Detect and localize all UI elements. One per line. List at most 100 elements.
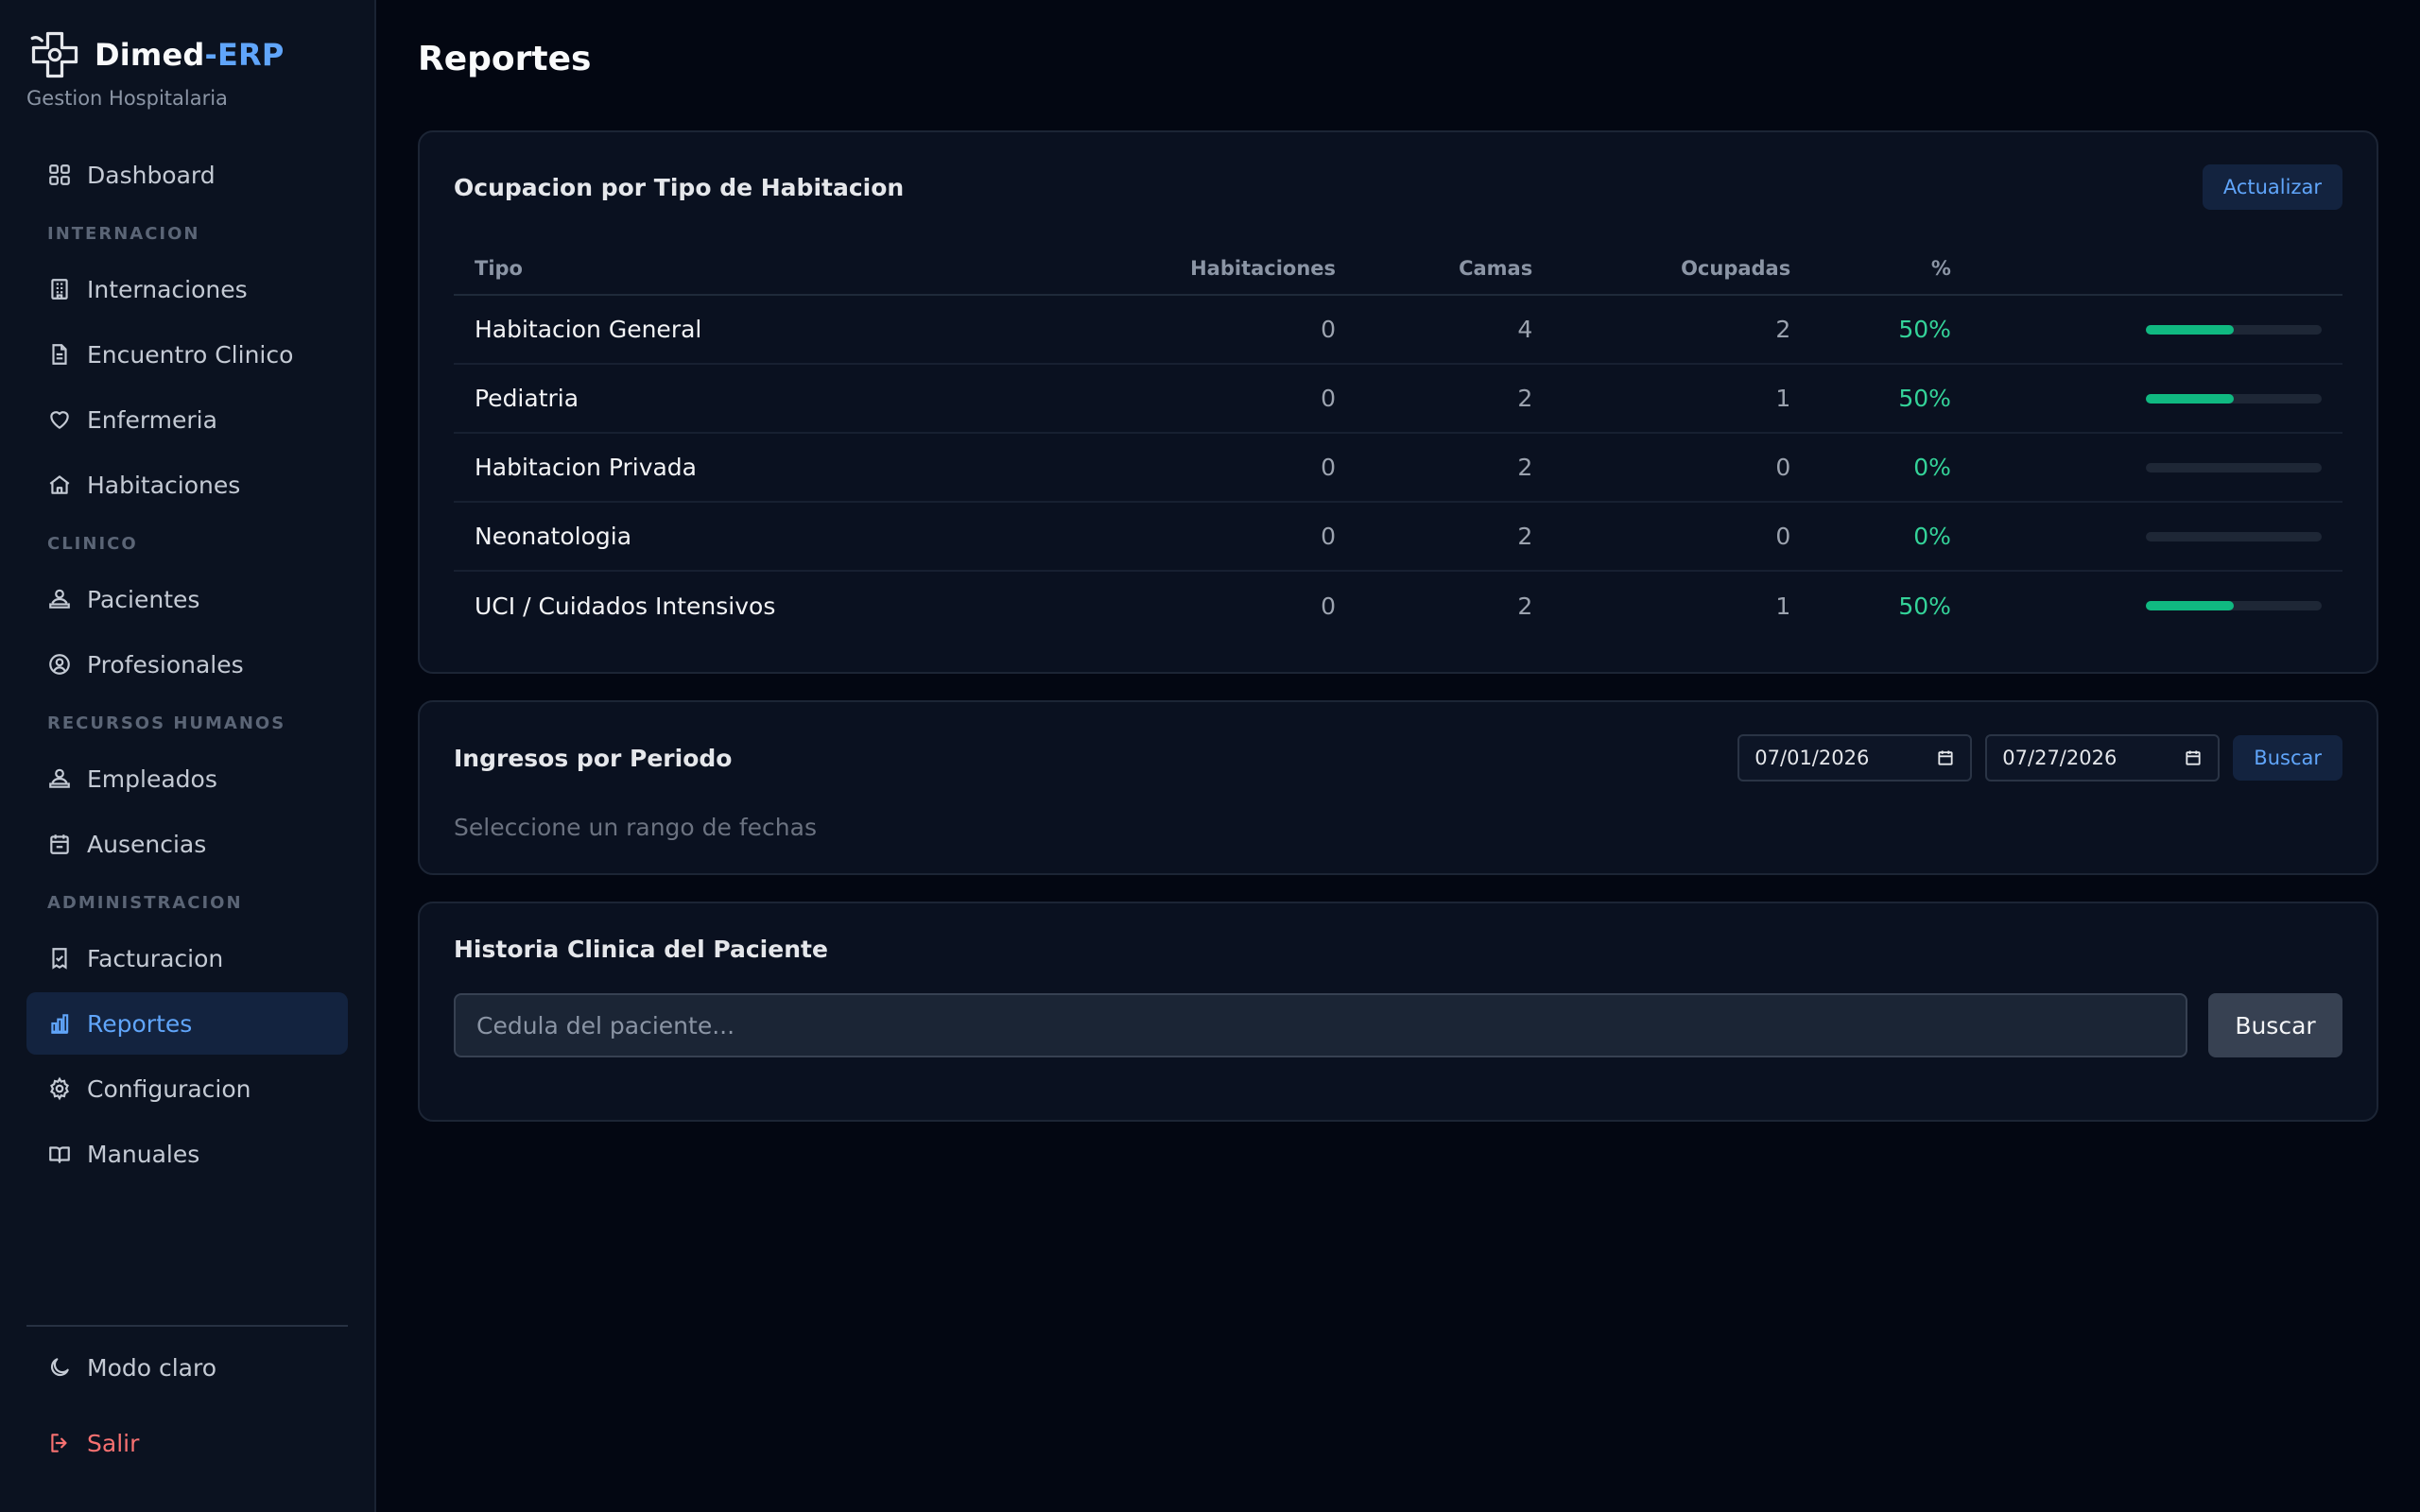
section-internacion: INTERNACION — [47, 223, 200, 244]
sidebar-item-label: Profesionales — [87, 650, 244, 679]
column-header-tipo: Tipo — [454, 242, 1038, 296]
cell-ocupadas: 1 — [1775, 592, 1791, 620]
cell-percent: 50% — [1811, 295, 1972, 365]
history-title: Historia Clinica del Paciente — [454, 936, 828, 963]
occupancy-bar-track — [2146, 531, 2322, 541]
history-card: Historia Clinica del Paciente Buscar — [418, 902, 2378, 1122]
cell-habitaciones: 0 — [1037, 364, 1357, 434]
cell-ocupadas: 1 — [1553, 364, 1812, 434]
sidebar-item-habitaciones[interactable]: Habitaciones — [26, 454, 348, 516]
sidebar-item-label: Enfermeria — [87, 405, 217, 434]
brand-subtitle: Gestion Hospitalaria — [26, 87, 228, 110]
section-clinico: CLINICO — [47, 533, 138, 554]
brand-name-main: Dimed — [95, 37, 205, 73]
brand-row: Dimed-ERP — [26, 26, 285, 83]
refresh-button[interactable]: Actualizar — [2202, 164, 2342, 210]
sidebar-item-reportes[interactable]: Reportes — [26, 992, 348, 1055]
date-from-value: 07/01/2026 — [1754, 747, 1870, 769]
sidebar-item-manuales[interactable]: Manuales — [26, 1123, 348, 1185]
cell-habitaciones: 0 — [1037, 433, 1357, 503]
brand: Dimed-ERP Gestion Hospitalaria — [26, 26, 285, 110]
sidebar-item-facturacion[interactable]: Facturacion — [26, 927, 348, 989]
sidebar-item-label: Empleados — [87, 765, 217, 793]
occupancy-bar-fill — [2146, 393, 2234, 404]
sidebar-item-pacientes[interactable]: Pacientes — [26, 568, 348, 630]
calendar-icon — [50, 834, 69, 854]
occupancy-table: Tipo Habitaciones Camas Ocupadas % Habit… — [454, 242, 2342, 640]
patient-id-input[interactable] — [454, 993, 2187, 1057]
cell-ocupadas: 0 — [1553, 433, 1812, 503]
cell-habitaciones: 0 — [1321, 592, 1337, 620]
cell-tipo: Habitacion General — [454, 295, 1038, 365]
sidebar-item-label: Ausencias — [87, 830, 207, 858]
section-admin: ADMINISTRACION — [47, 892, 243, 913]
occupancy-bar-track — [2146, 462, 2322, 472]
book-icon — [49, 1146, 70, 1163]
cell-habitaciones: 0 — [1037, 295, 1357, 365]
main-content: Reportes Ocupacion por Tipo de Habitacio… — [376, 0, 2420, 1512]
table-row: Neonatologia 0 2 0 0% — [454, 502, 2342, 572]
user-desk-icon — [49, 589, 70, 609]
cell-percent: 50% — [1898, 592, 1951, 620]
brand-name: Dimed-ERP — [95, 37, 285, 73]
bar-chart-icon — [51, 1014, 69, 1034]
occupancy-title: Ocupacion por Tipo de Habitacion — [454, 173, 905, 201]
sidebar-nav: Dashboard INTERNACION Internaciones Encu… — [26, 144, 348, 1188]
sidebar-item-label: Internaciones — [87, 275, 248, 303]
sidebar-item-encuentro[interactable]: Encuentro Clinico — [26, 323, 348, 386]
cell-tipo: Pediatria — [454, 364, 1038, 434]
occupancy-card-header: Ocupacion por Tipo de Habitacion Actuali… — [454, 164, 2342, 210]
table-header-row: Tipo Habitaciones Camas Ocupadas % — [454, 242, 2342, 296]
cell-camas: 2 — [1357, 433, 1554, 503]
date-to-value: 07/27/2026 — [2002, 747, 2118, 769]
theme-toggle-button[interactable]: Modo claro — [26, 1336, 348, 1399]
table-row: Pediatria 0 2 1 50% — [454, 364, 2342, 434]
cell-percent: 0% — [1811, 433, 1972, 503]
column-header-bar — [1971, 242, 2342, 296]
sidebar-item-label: Facturacion — [87, 944, 224, 972]
date-from-input[interactable]: 07/01/2026 — [1737, 734, 1973, 782]
sidebar-item-enfermeria[interactable]: Enfermeria — [26, 388, 348, 451]
cell-tipo: Habitacion Privada — [454, 433, 1038, 503]
logout-icon — [51, 1434, 67, 1452]
sidebar-item-internaciones[interactable]: Internaciones — [26, 258, 348, 320]
sidebar-item-empleados[interactable]: Empleados — [26, 747, 348, 810]
cell-camas: 2 — [1357, 502, 1554, 572]
sidebar-item-ausencias[interactable]: Ausencias — [26, 813, 348, 875]
sidebar-item-profesionales[interactable]: Profesionales — [26, 633, 348, 696]
cell-percent: 0% — [1811, 502, 1972, 572]
document-icon — [52, 344, 67, 365]
invoice-icon — [52, 948, 67, 970]
sidebar-item-dashboard[interactable]: Dashboard — [26, 144, 348, 206]
calendar-icon — [2186, 750, 2201, 765]
date-to-input[interactable]: 07/27/2026 — [1985, 734, 2221, 782]
history-search-row: Buscar — [454, 993, 2342, 1057]
history-search-button[interactable]: Buscar — [2208, 993, 2342, 1057]
occupancy-bar-track — [2146, 601, 2322, 610]
sidebar-item-label: Configuracion — [87, 1074, 251, 1103]
cell-bar — [1971, 295, 2342, 365]
sidebar-item-label: Encuentro Clinico — [87, 340, 294, 369]
page-title: Reportes — [418, 40, 592, 78]
column-header-percent: % — [1811, 242, 1972, 296]
column-header-camas: Camas — [1357, 242, 1554, 296]
admissions-card: Ingresos por Periodo 07/01/2026 07/27/20… — [418, 700, 2378, 875]
cell-percent: 50% — [1811, 364, 1972, 434]
logout-button[interactable]: Salir — [26, 1412, 348, 1474]
cell-ocupadas: 0 — [1553, 502, 1812, 572]
sidebar: Dimed-ERP Gestion Hospitalaria Dashboard… — [0, 0, 376, 1512]
medical-cross-logo-icon — [30, 31, 78, 78]
sidebar-item-label: Manuales — [87, 1140, 200, 1168]
table-row: Habitacion General 0 4 2 50% — [454, 295, 2342, 365]
heart-icon — [50, 411, 69, 429]
sidebar-item-configuracion[interactable]: Configuracion — [26, 1057, 348, 1120]
table-row: UCI / Cuidados Intensivos 0 2 1 50% — [454, 571, 2342, 640]
grid-icon — [49, 164, 70, 185]
sidebar-footer: Modo claro Salir — [26, 1325, 348, 1474]
building-icon — [51, 279, 68, 300]
admissions-hint: Seleccione un rango de fechas — [454, 814, 817, 841]
cell-bar — [1971, 433, 2342, 503]
admissions-search-button[interactable]: Buscar — [2233, 735, 2342, 781]
cell-tipo: Neonatologia — [454, 502, 1038, 572]
moon-icon — [50, 1358, 69, 1377]
